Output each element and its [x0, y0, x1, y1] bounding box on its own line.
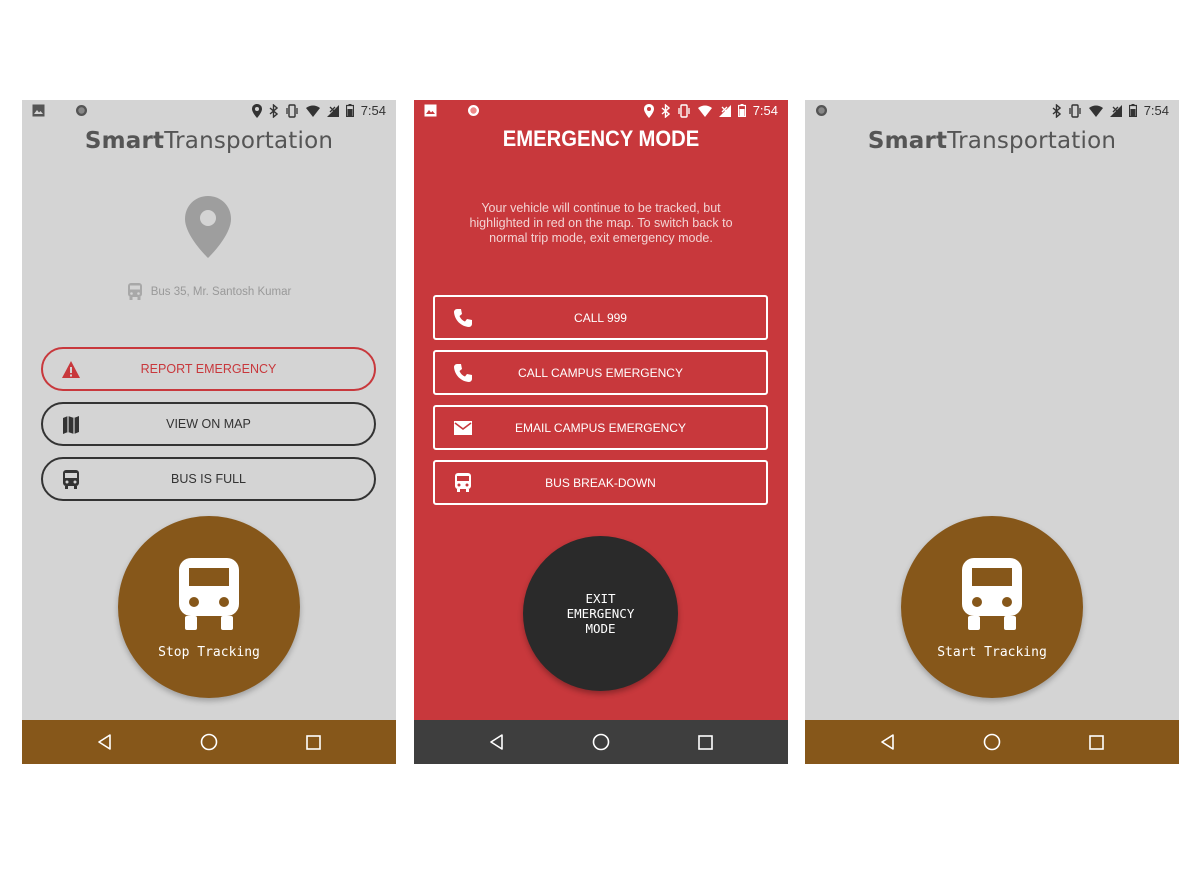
bus-large-icon: [179, 558, 239, 630]
battery-icon: [1128, 104, 1137, 117]
bus-is-full-button[interactable]: BUS IS FULL: [41, 457, 376, 501]
back-icon: [98, 734, 111, 750]
record-notification-icon: [816, 105, 827, 116]
status-time: 7:54: [752, 103, 778, 118]
phone-icon: [454, 364, 472, 382]
bus-info: Bus 35, Mr. Santosh Kumar: [22, 283, 396, 300]
app-title-bold: Smart: [867, 128, 948, 154]
app-title-rest: Transportation: [164, 128, 334, 154]
home-button[interactable]: [589, 730, 613, 754]
phone-screen-idle: 7:54 SmartTransportation Start Tracking: [805, 100, 1179, 764]
app-title-bold: Smart: [84, 128, 165, 154]
phone-screen-tracking: 7:54 SmartTransportation Bus 35, Mr. San…: [22, 100, 396, 764]
warning-icon: [62, 361, 80, 378]
record-notification-icon: [76, 105, 87, 116]
stop-tracking-button[interactable]: Stop Tracking: [118, 516, 300, 698]
email-campus-emergency-button[interactable]: EMAIL CAMPUS EMERGENCY: [433, 405, 768, 450]
status-time: 7:54: [360, 103, 386, 118]
home-button[interactable]: [197, 730, 221, 754]
report-emergency-label: REPORT EMERGENCY: [140, 362, 277, 376]
home-icon: [983, 733, 1001, 751]
image-notification-icon: [32, 104, 45, 117]
start-tracking-label: Start Tracking: [937, 645, 1047, 660]
status-bar: 7:54: [414, 100, 788, 124]
image-notification-icon: [424, 104, 437, 117]
exit-emergency-mode-button[interactable]: EXIT EMERGENCY MODE: [523, 536, 678, 691]
app-title: SmartTransportation: [805, 128, 1179, 154]
call-999-button[interactable]: CALL 999: [433, 295, 768, 340]
status-bar: 7:54: [22, 100, 396, 124]
home-icon: [200, 733, 218, 751]
back-icon: [881, 734, 894, 750]
vibrate-icon: [286, 103, 298, 118]
report-emergency-button[interactable]: REPORT EMERGENCY: [41, 347, 376, 391]
recents-button[interactable]: [1084, 730, 1108, 754]
recents-button[interactable]: [301, 730, 325, 754]
phone-icon: [454, 309, 472, 327]
vibrate-icon: [1069, 103, 1081, 118]
view-on-map-button[interactable]: VIEW ON MAP: [41, 402, 376, 446]
bus-small-icon: [127, 283, 142, 300]
vibrate-icon: [678, 103, 690, 118]
bus-large-icon: [962, 558, 1022, 630]
call-campus-emergency-label: CALL CAMPUS EMERGENCY: [518, 365, 683, 380]
back-icon: [490, 734, 503, 750]
exit-emergency-mode-label: EXIT EMERGENCY MODE: [566, 591, 635, 636]
emergency-description: Your vehicle will continue to be tracked…: [469, 201, 733, 245]
recents-icon: [305, 734, 321, 750]
signal-icon: [326, 104, 339, 117]
phone-screen-emergency: 7:54 EMERGENCY MODE Your vehicle will co…: [414, 100, 788, 764]
wifi-icon: [305, 105, 320, 117]
email-icon: [454, 421, 472, 435]
bluetooth-icon: [269, 103, 278, 118]
back-button[interactable]: [876, 730, 900, 754]
map-icon: [63, 416, 79, 434]
call-999-label: CALL 999: [574, 310, 627, 325]
status-bar: 7:54: [805, 100, 1179, 124]
bluetooth-icon: [1052, 103, 1061, 118]
signal-icon: [1109, 104, 1122, 117]
bus-break-down-label: BUS BREAK-DOWN: [545, 475, 656, 490]
battery-icon: [737, 104, 746, 117]
navigation-bar: [22, 720, 396, 764]
recents-icon: [697, 734, 713, 750]
bus-break-down-button[interactable]: BUS BREAK-DOWN: [433, 460, 768, 505]
navigation-bar: [414, 720, 788, 764]
location-status-icon: [251, 103, 262, 118]
battery-icon: [345, 104, 354, 117]
home-icon: [592, 733, 610, 751]
signal-icon: [718, 104, 731, 117]
location-status-icon: [643, 103, 654, 118]
navigation-bar: [805, 720, 1179, 764]
start-tracking-button[interactable]: Start Tracking: [901, 516, 1083, 698]
view-on-map-label: VIEW ON MAP: [166, 417, 251, 431]
call-campus-emergency-button[interactable]: CALL CAMPUS EMERGENCY: [433, 350, 768, 395]
bluetooth-icon: [661, 103, 670, 118]
bus-is-full-label: BUS IS FULL: [170, 472, 247, 486]
record-notification-icon: [468, 105, 479, 116]
location-pin-icon: [185, 196, 231, 258]
back-button[interactable]: [485, 730, 509, 754]
status-time: 7:54: [1143, 103, 1169, 118]
recents-button[interactable]: [693, 730, 717, 754]
bus-icon: [455, 473, 471, 492]
wifi-icon: [697, 105, 712, 117]
email-campus-emergency-label: EMAIL CAMPUS EMERGENCY: [515, 420, 686, 435]
wifi-icon: [1088, 105, 1103, 117]
app-title: SmartTransportation: [22, 128, 396, 154]
bus-info-text: Bus 35, Mr. Santosh Kumar: [150, 285, 292, 298]
bus-icon: [63, 470, 79, 489]
recents-icon: [1088, 734, 1104, 750]
home-button[interactable]: [980, 730, 1004, 754]
back-button[interactable]: [93, 730, 117, 754]
stop-tracking-label: Stop Tracking: [158, 645, 260, 660]
emergency-mode-title: EMERGENCY MODE: [502, 126, 700, 151]
app-title-rest: Transportation: [947, 128, 1117, 154]
